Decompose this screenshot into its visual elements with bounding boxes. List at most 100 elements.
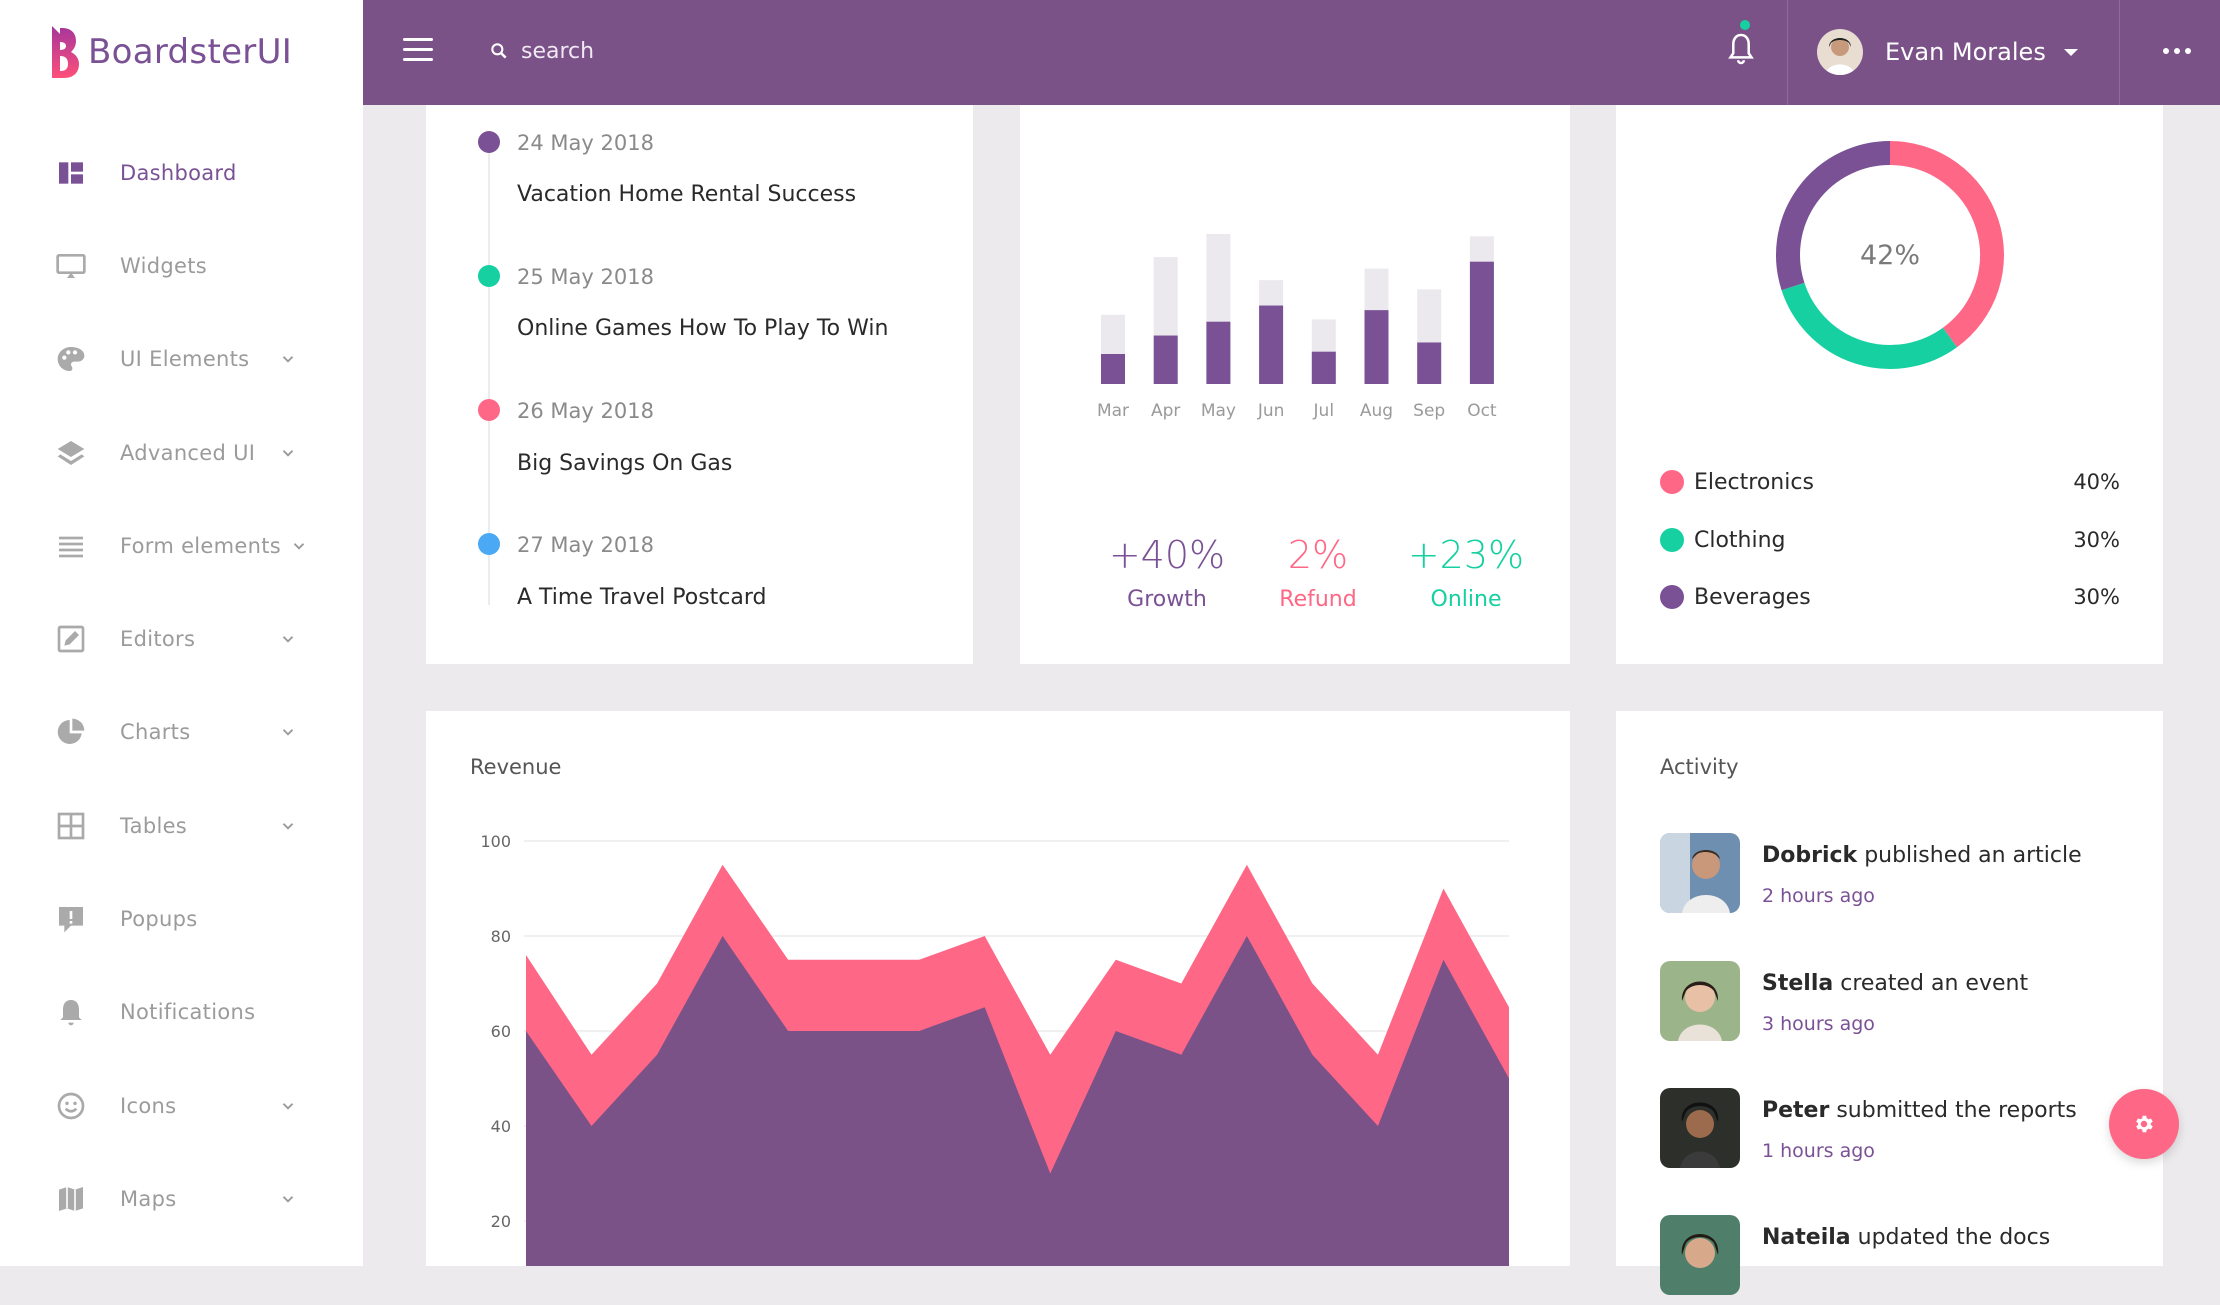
smiley-icon [54, 1089, 88, 1123]
table-icon [54, 809, 88, 843]
legend-item: Clothing 30% [1660, 525, 2120, 555]
sidebar-item-dashboard[interactable]: Dashboard [0, 126, 363, 219]
sidebar-item-label: Form elements [120, 533, 282, 558]
topbar: Evan Morales [363, 0, 2220, 105]
legend-item: Electronics 40% [1660, 467, 2120, 497]
sidebar-item-notifications[interactable]: Notifications [0, 966, 363, 1059]
stat-value: +40% [1108, 533, 1226, 577]
sidebar-item-label: Advanced UI [120, 440, 256, 465]
monitor-icon [54, 249, 88, 283]
legend-percent: 30% [2073, 528, 2120, 552]
bar [1417, 342, 1442, 384]
bar-category-label: Mar [1097, 401, 1129, 421]
chevron-down-icon [282, 822, 294, 830]
sidebar-item-label: Maps [120, 1186, 177, 1211]
activity-text: Nateila updated the docs [1762, 1225, 2050, 1250]
stat-label: Growth [1127, 587, 1207, 612]
bar-category-label: May [1201, 401, 1236, 421]
sidebar-item-label: Icons [120, 1093, 177, 1118]
activity-item[interactable]: Stella created an event 3 hours ago [1660, 961, 2140, 1051]
map-icon [54, 1182, 88, 1216]
legend-percent: 40% [2073, 470, 2120, 494]
sidebar-item-advanced-ui[interactable]: Advanced UI [0, 406, 363, 499]
y-tick-label: 60 [491, 1022, 511, 1041]
legend-item: Beverages 30% [1660, 582, 2120, 612]
chevron-down-icon [282, 449, 294, 457]
sidebar-item-charts[interactable]: Charts [0, 686, 363, 779]
activity-user: Nateila [1762, 1225, 1851, 1250]
sidebar-item-tables[interactable]: Tables [0, 779, 363, 872]
bar [1206, 321, 1231, 384]
sidebar-item-ui-elements[interactable]: UI Elements [0, 313, 363, 406]
sidebar-item-editors[interactable]: Editors [0, 592, 363, 685]
bar [1259, 305, 1284, 384]
donut-center-label: 42% [1860, 240, 1920, 271]
bar [1153, 335, 1178, 384]
notification-bell-icon[interactable] [1724, 28, 1758, 70]
user-menu[interactable]: Evan Morales [1817, 28, 2078, 76]
legend-name: Beverages [1694, 584, 1811, 610]
bar-category-label: Apr [1151, 401, 1180, 421]
activity-time: 3 hours ago [1762, 1013, 1875, 1035]
brand-name: BoardsterUI [88, 32, 293, 72]
chevron-down-icon [282, 729, 294, 736]
timeline-date: 26 May 2018 [517, 399, 654, 423]
bar-category-label: Sep [1413, 401, 1445, 421]
topbar-divider [1787, 0, 1788, 105]
timeline-dot [478, 131, 500, 153]
sidebar-item-popups[interactable]: Popups [0, 872, 363, 965]
legend-dot [1660, 528, 1684, 552]
avatar [1660, 833, 1740, 913]
avatar [1660, 1088, 1740, 1168]
revenue-area-chart: 20 40 60 80 100 [480, 832, 1509, 1266]
chevron-down-icon [293, 542, 305, 550]
activity-item[interactable]: Nateila updated the docs [1660, 1215, 2140, 1305]
card-title: Activity [1660, 755, 1739, 779]
sidebar-item-icons[interactable]: Icons [0, 1059, 363, 1152]
activity-item[interactable]: Dobrick published an article 2 hours ago [1660, 833, 2140, 923]
sidebar-item-form-elements[interactable]: Form elements [0, 499, 363, 592]
legend-name: Electronics [1694, 469, 1814, 495]
stat-online: +23% Online [1381, 533, 1551, 612]
bar-category-label: Aug [1360, 401, 1393, 421]
chevron-down-icon [282, 1102, 294, 1110]
avatar [1817, 29, 1863, 75]
y-tick-label: 40 [491, 1117, 511, 1136]
sidebar-item-label: Dashboard [120, 160, 237, 185]
activity-time: 2 hours ago [1762, 885, 1875, 907]
activity-user: Peter [1762, 1098, 1830, 1123]
sidebar-item-maps[interactable]: Maps [0, 1152, 363, 1245]
timeline-title[interactable]: Online Games How To Play To Win [517, 316, 888, 341]
bar-category-label: Oct [1467, 401, 1497, 421]
bar-chart: Mar Apr May Jun Jul Aug Sep Oct [1097, 234, 1497, 421]
activity-text: Dobrick published an article [1762, 843, 2082, 868]
avatar [1660, 961, 1740, 1041]
timeline-title[interactable]: A Time Travel Postcard [517, 585, 767, 610]
y-tick-label: 80 [491, 927, 511, 946]
bar-chart-card: Mar Apr May Jun Jul Aug Sep Oct +40% Growth 2% … [1020, 105, 1570, 664]
bell-icon [54, 995, 88, 1029]
sidebar-item-label: Widgets [120, 253, 207, 278]
brand[interactable]: BoardsterUI [50, 24, 292, 80]
brand-logo-icon [52, 26, 79, 78]
activity-text: Peter submitted the reports [1762, 1098, 2077, 1123]
donut-chart: 42% [1776, 141, 2004, 369]
timeline-title[interactable]: Vacation Home Rental Success [517, 182, 856, 207]
settings-fab-button[interactable] [2109, 1089, 2179, 1159]
palette-icon [54, 342, 88, 376]
activity-item[interactable]: Peter submitted the reports 1 hours ago [1660, 1088, 2140, 1178]
topbar-divider [2119, 0, 2120, 105]
sidebar-item-label: Charts [120, 720, 191, 745]
bar [1101, 354, 1125, 384]
y-tick-label: 20 [491, 1212, 511, 1231]
donut-chart-card: 42% Electronics 40% Clothing 30% Beverag… [1616, 105, 2163, 664]
search-input[interactable] [521, 38, 821, 64]
pie-chart-icon [54, 715, 88, 749]
sidebar-nav: Dashboard Widgets UI Elements Advanced U… [0, 126, 363, 1246]
sidebar-item-widgets[interactable]: Widgets [0, 219, 363, 312]
timeline-date: 24 May 2018 [517, 131, 654, 155]
more-options-icon[interactable] [2163, 48, 2191, 54]
menu-toggle-icon[interactable] [403, 38, 433, 64]
timeline-title[interactable]: Big Savings On Gas [517, 451, 732, 476]
timeline-date: 27 May 2018 [517, 533, 654, 557]
